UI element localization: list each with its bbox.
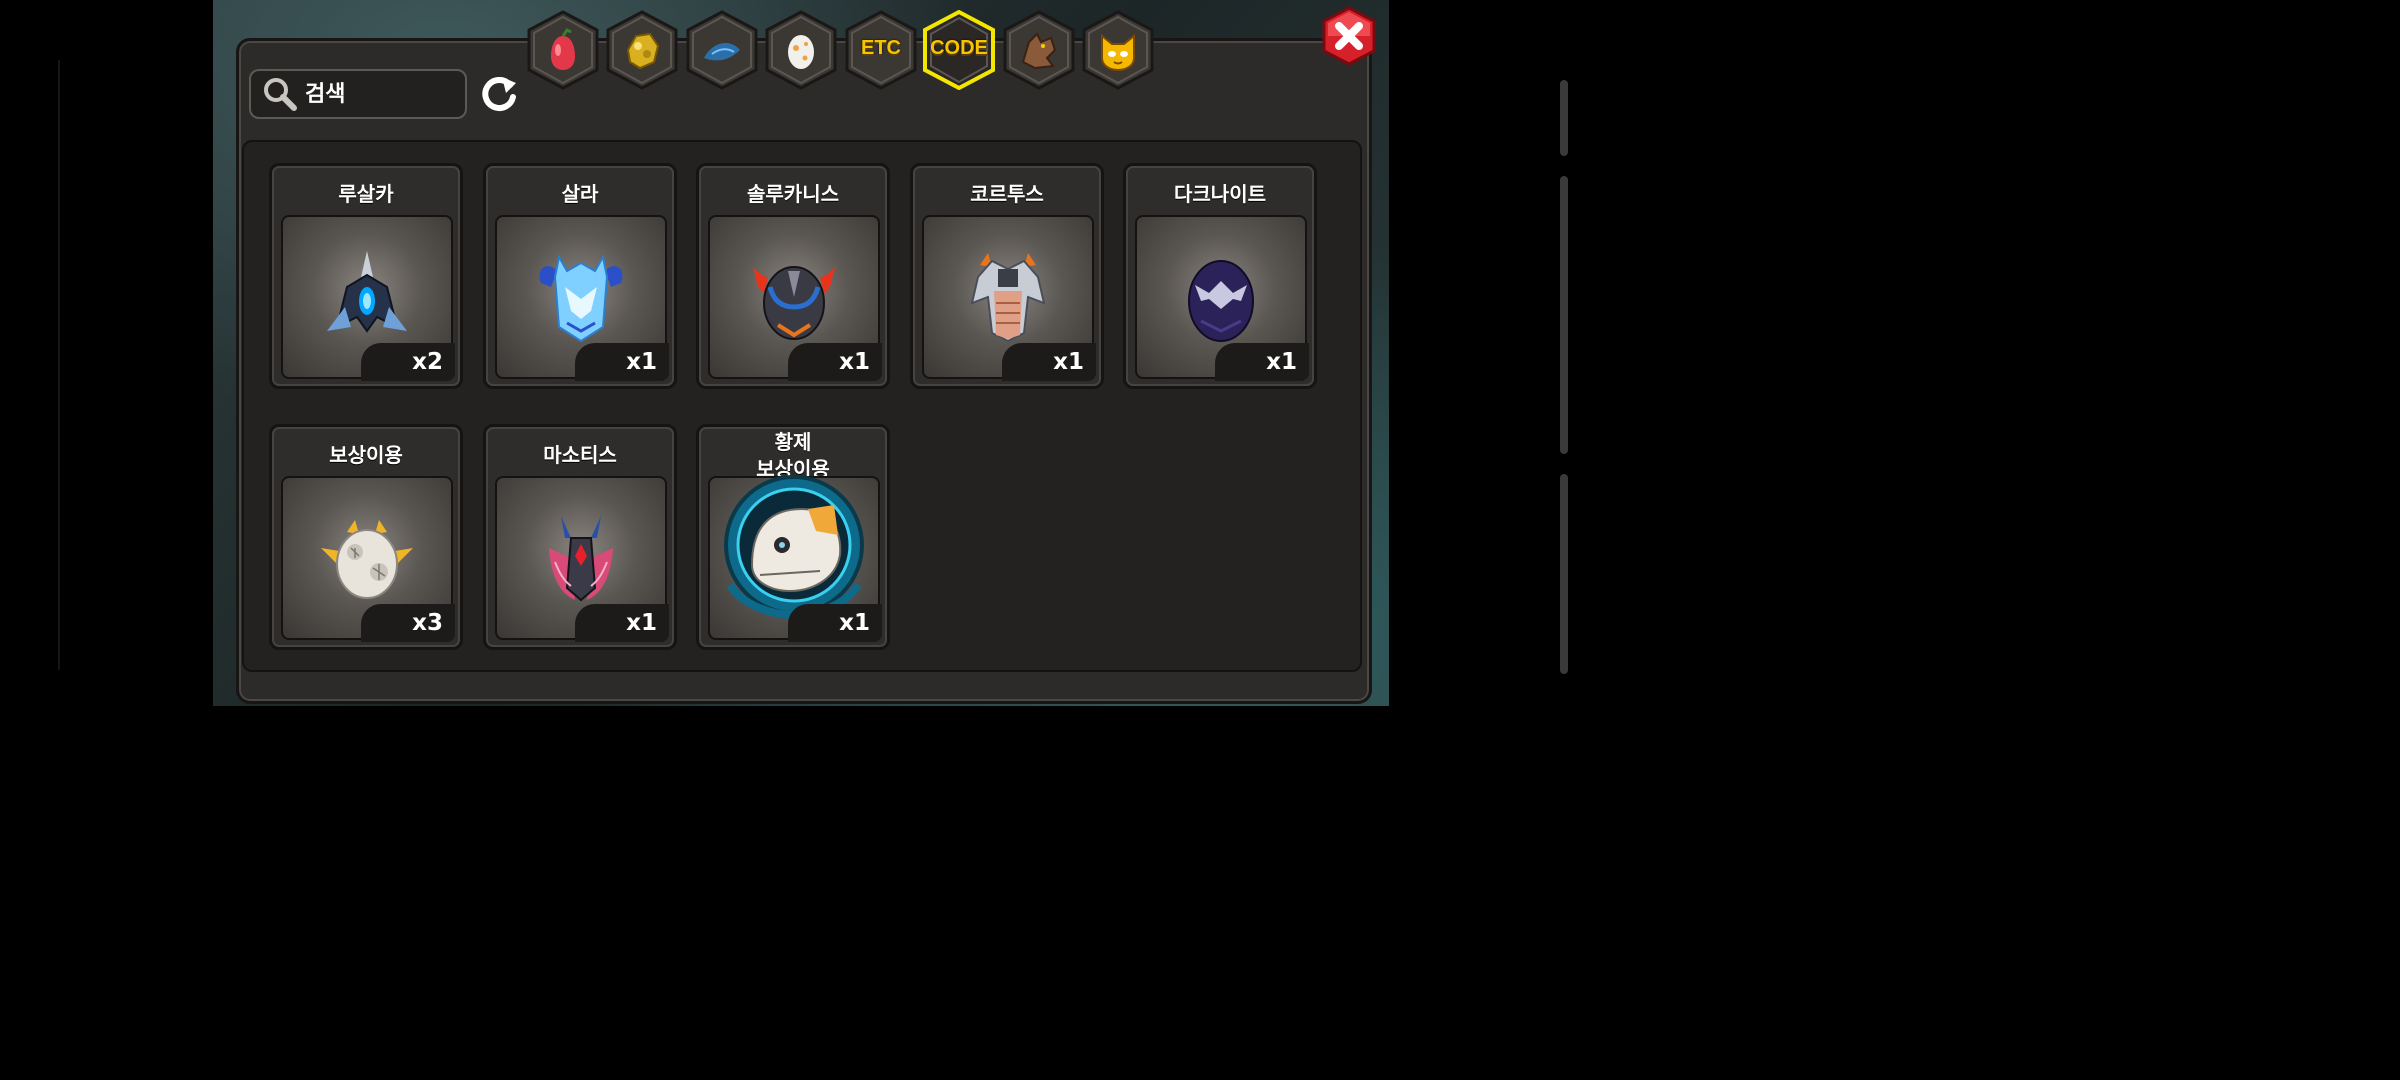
item-name: 보상이용 — [329, 443, 403, 467]
yellow-cat-face-icon — [1101, 33, 1135, 72]
item-count: x1 — [788, 343, 882, 381]
pink-winged-egg-icon — [549, 516, 613, 602]
scroll-indicator — [1560, 276, 1568, 454]
flame-horned-egg-icon — [752, 266, 836, 340]
item-card[interactable]: 황제 보상이용 x1 — [696, 424, 890, 650]
item-card[interactable]: 솔루카니스 x1 — [696, 163, 890, 389]
item-count: x3 — [361, 604, 455, 642]
tab-fish[interactable] — [686, 10, 758, 90]
pear-icon — [551, 28, 575, 70]
edge-divider — [58, 60, 60, 670]
item-image: x1 — [708, 475, 882, 642]
egg-icon — [788, 35, 814, 69]
tab-monster[interactable] — [1082, 10, 1154, 90]
item-name-line-1: 황제 — [774, 430, 812, 454]
scroll-indicator — [1560, 474, 1568, 674]
tab-gold[interactable] — [606, 10, 678, 90]
item-count: x1 — [1215, 343, 1309, 381]
dark-blue-fin-egg-icon — [327, 251, 407, 333]
item-image: x1 — [495, 476, 669, 642]
item-card[interactable]: 살라 x1 — [483, 163, 677, 389]
item-card[interactable]: 보상이용 x3 — [269, 424, 463, 650]
tab-dragon[interactable] — [1003, 10, 1075, 90]
close-icon — [1322, 6, 1376, 66]
item-count: x1 — [575, 604, 669, 642]
tab-etc-label: ETC — [861, 37, 901, 59]
item-name: 솔루카니스 — [747, 182, 839, 206]
item-card[interactable]: 루살카 x2 — [269, 163, 463, 389]
item-card[interactable]: 마소티스 x1 — [483, 424, 677, 650]
item-name: 코르투스 — [970, 182, 1044, 206]
item-name: 마소티스 — [543, 443, 617, 467]
item-count: x1 — [575, 343, 669, 381]
item-image: x1 — [922, 215, 1096, 381]
item-count: x2 — [361, 343, 455, 381]
search-box[interactable] — [249, 69, 467, 119]
armored-spike-egg-icon — [970, 253, 1046, 343]
refresh-button[interactable] — [478, 73, 520, 115]
tab-egg[interactable] — [765, 10, 837, 90]
item-image: x3 — [281, 476, 455, 642]
item-card[interactable]: 다크나이트 x1 — [1123, 163, 1317, 389]
blue-fish-icon — [704, 43, 740, 61]
search-icon — [264, 78, 297, 111]
item-count: x1 — [1002, 343, 1096, 381]
tab-code[interactable]: CODE — [923, 10, 995, 90]
item-count: x1 — [788, 604, 882, 642]
item-image: x1 — [495, 215, 669, 381]
item-name: 살라 — [561, 182, 599, 206]
search-input[interactable] — [303, 80, 447, 108]
tab-fruit[interactable] — [527, 10, 599, 90]
close-button[interactable] — [1320, 6, 1378, 66]
purple-dark-egg-icon — [1188, 260, 1254, 342]
item-image: x1 — [708, 215, 882, 381]
item-name: 다크나이트 — [1174, 182, 1266, 206]
item-name: 루살카 — [338, 182, 394, 206]
winged-white-egg-icon — [321, 520, 413, 599]
item-card[interactable]: 코르투스 x1 — [910, 163, 1104, 389]
gold-ore-icon — [626, 32, 660, 70]
refresh-icon — [482, 77, 516, 112]
tab-etc[interactable]: ETC — [845, 10, 917, 90]
item-image: x1 — [1135, 215, 1309, 381]
brown-dragon-icon — [1021, 32, 1057, 70]
item-image: x2 — [281, 215, 455, 381]
emperor-portrait-icon — [724, 475, 864, 620]
tab-code-label: CODE — [930, 37, 988, 59]
scroll-indicator — [1560, 80, 1568, 156]
ice-horned-egg-icon — [539, 254, 623, 343]
